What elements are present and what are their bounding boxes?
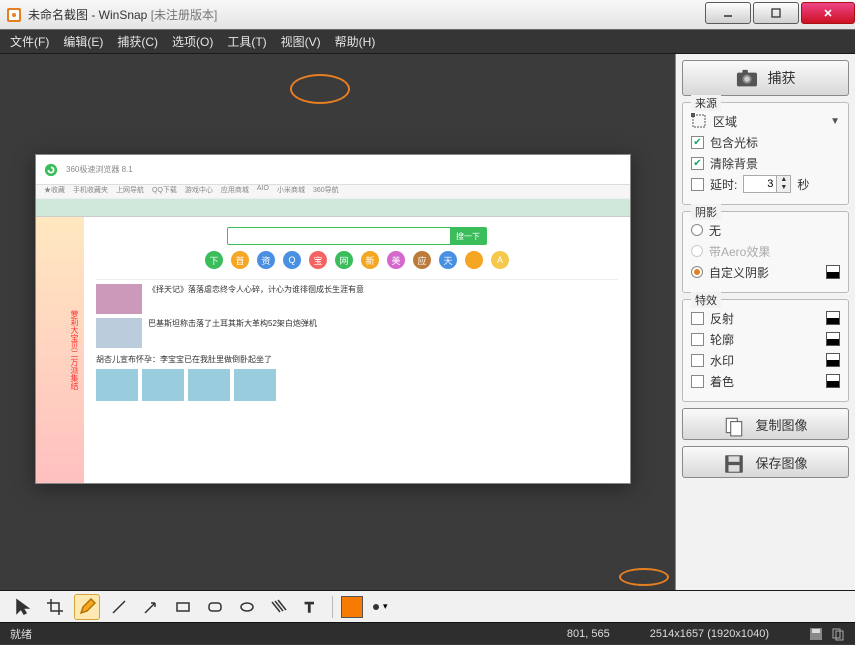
status-coords: 801, 565: [567, 628, 610, 640]
shadow-aero-radio: 带Aero效果: [691, 242, 840, 260]
tool-roundrect[interactable]: [202, 594, 228, 620]
browser-addressbar: 360极速浏览器 8.1: [36, 155, 630, 185]
menu-tools[interactable]: 工具(T): [227, 33, 266, 50]
checkbox-icon: ✔: [691, 157, 704, 170]
checkbox-icon: ✔: [691, 333, 704, 346]
spinner-arrows[interactable]: ▲▼: [777, 175, 791, 193]
tool-text[interactable]: T: [298, 594, 324, 620]
checkbox-icon: ✔: [691, 375, 704, 388]
effect-watermark-checkbox[interactable]: ✔ 水印: [691, 351, 840, 369]
status-copy-icon[interactable]: [831, 627, 845, 641]
separator: [332, 596, 333, 618]
panel-legend: 阴影: [691, 204, 721, 220]
tool-arrow[interactable]: [138, 594, 164, 620]
status-bar: 就绪 801, 565 2514x1657 (1920x1040): [0, 622, 855, 644]
annotation-stroke: [619, 568, 669, 586]
thickness-picker[interactable]: ▾: [373, 601, 388, 612]
tool-crop[interactable]: [42, 594, 68, 620]
thumbnail-row: [96, 369, 618, 401]
color-swatch[interactable]: [826, 374, 840, 388]
search-box: 搜一下: [227, 227, 487, 245]
menu-view[interactable]: 视图(V): [281, 33, 321, 50]
copy-image-button[interactable]: 复制图像: [682, 408, 849, 440]
color-swatch[interactable]: [826, 332, 840, 346]
color-swatch[interactable]: [826, 311, 840, 325]
quick-launch-icons: 下首资Q宝网新美应天A: [96, 251, 618, 269]
source-region-dropdown[interactable]: 区域 ▼: [691, 112, 840, 130]
menu-help[interactable]: 帮助(H): [335, 33, 376, 50]
effect-reflect-checkbox[interactable]: ✔ 反射: [691, 309, 840, 327]
effect-tint-checkbox[interactable]: ✔ 着色: [691, 372, 840, 390]
color-swatch[interactable]: [826, 265, 840, 279]
region-icon: [691, 113, 707, 129]
captured-image: 360极速浏览器 8.1 ★收藏手机收藏夹上网导航QQ下载游戏中心应用商城AIO…: [35, 154, 631, 484]
close-button[interactable]: [801, 2, 855, 24]
shadow-custom-radio[interactable]: 自定义阴影: [691, 263, 840, 281]
tool-ellipse[interactable]: [234, 594, 260, 620]
minimize-button[interactable]: [705, 2, 751, 24]
annotation-stroke: [290, 74, 350, 104]
include-cursor-checkbox[interactable]: ✔ 包含光标: [691, 133, 840, 151]
bookmarks-bar: ★收藏手机收藏夹上网导航QQ下载游戏中心应用商城AIO小米商城360导航: [36, 185, 630, 199]
effects-panel: 特效 ✔ 反射 ✔ 轮廓 ✔ 水印 ✔ 着色: [682, 299, 849, 402]
clear-background-checkbox[interactable]: ✔ 清除背景: [691, 154, 840, 172]
news-item: 巴基斯坦称击落了土耳其斯大革构52架白炮弹机: [96, 318, 618, 348]
menu-bar: 文件(F) 编辑(E) 捕获(C) 选项(O) 工具(T) 视图(V) 帮助(H…: [0, 30, 855, 54]
panel-legend: 来源: [691, 95, 721, 111]
capture-button[interactable]: 捕获: [682, 60, 849, 96]
side-panel: 捕获 来源 区域 ▼ ✔ 包含光标 ✔ 清除背景 ✔ 延时:: [675, 54, 855, 590]
menu-edit[interactable]: 编辑(E): [63, 33, 103, 50]
side-advertisement: 萝莉大宝贝二万派集结: [36, 217, 84, 483]
color-picker[interactable]: [341, 596, 363, 618]
shadow-panel: 阴影 无 带Aero效果 自定义阴影: [682, 211, 849, 293]
menu-file[interactable]: 文件(F): [10, 33, 49, 50]
effect-outline-checkbox[interactable]: ✔ 轮廓: [691, 330, 840, 348]
tool-pointer[interactable]: [10, 594, 36, 620]
status-ready: 就绪: [10, 626, 32, 642]
shadow-none-radio[interactable]: 无: [691, 221, 840, 239]
save-icon: [723, 453, 745, 471]
svg-text:T: T: [305, 599, 314, 615]
delay-row[interactable]: ✔ 延时: ▲▼ 秒: [691, 175, 840, 193]
checkbox-icon: ✔: [691, 354, 704, 367]
source-panel: 来源 区域 ▼ ✔ 包含光标 ✔ 清除背景 ✔ 延时: ▲▼: [682, 102, 849, 205]
annotation-toolbar: T ▾: [0, 590, 855, 622]
camera-icon: [736, 69, 758, 87]
checkbox-icon: ✔: [691, 136, 704, 149]
browser-tabs: [36, 199, 630, 217]
tool-line[interactable]: [106, 594, 132, 620]
news-headline: 胡杏儿宣布怀孕：李宝宝已在我肚里做倒卧起坐了: [96, 354, 618, 365]
radio-icon: [691, 245, 703, 257]
delay-spinner[interactable]: ▲▼: [743, 175, 791, 193]
menu-options[interactable]: 选项(O): [172, 33, 213, 50]
tool-blur[interactable]: [266, 594, 292, 620]
maximize-button[interactable]: [753, 2, 799, 24]
checkbox-icon: ✔: [691, 178, 704, 191]
radio-icon: [691, 224, 703, 236]
app-icon: [6, 7, 22, 23]
copy-icon: [723, 415, 745, 433]
delay-input[interactable]: [743, 175, 777, 193]
save-image-button[interactable]: 保存图像: [682, 446, 849, 478]
status-save-icon[interactable]: [809, 627, 823, 641]
window-title: 未命名截图 - WinSnap [未注册版本]: [28, 6, 703, 23]
panel-legend: 特效: [691, 292, 721, 308]
radio-icon: [691, 266, 703, 278]
chevron-down-icon: ▼: [830, 116, 840, 127]
tool-pen[interactable]: [74, 594, 100, 620]
canvas-area[interactable]: 360极速浏览器 8.1 ★收藏手机收藏夹上网导航QQ下载游戏中心应用商城AIO…: [0, 54, 675, 590]
checkbox-icon: ✔: [691, 312, 704, 325]
menu-capture[interactable]: 捕获(C): [117, 33, 158, 50]
status-dimensions: 2514x1657 (1920x1040): [650, 628, 769, 640]
color-swatch[interactable]: [826, 353, 840, 367]
tool-rect[interactable]: [170, 594, 196, 620]
news-item: 《择天记》落落虐恋终令人心碎，计心为谁徘徊成长生涯有意: [96, 284, 618, 314]
